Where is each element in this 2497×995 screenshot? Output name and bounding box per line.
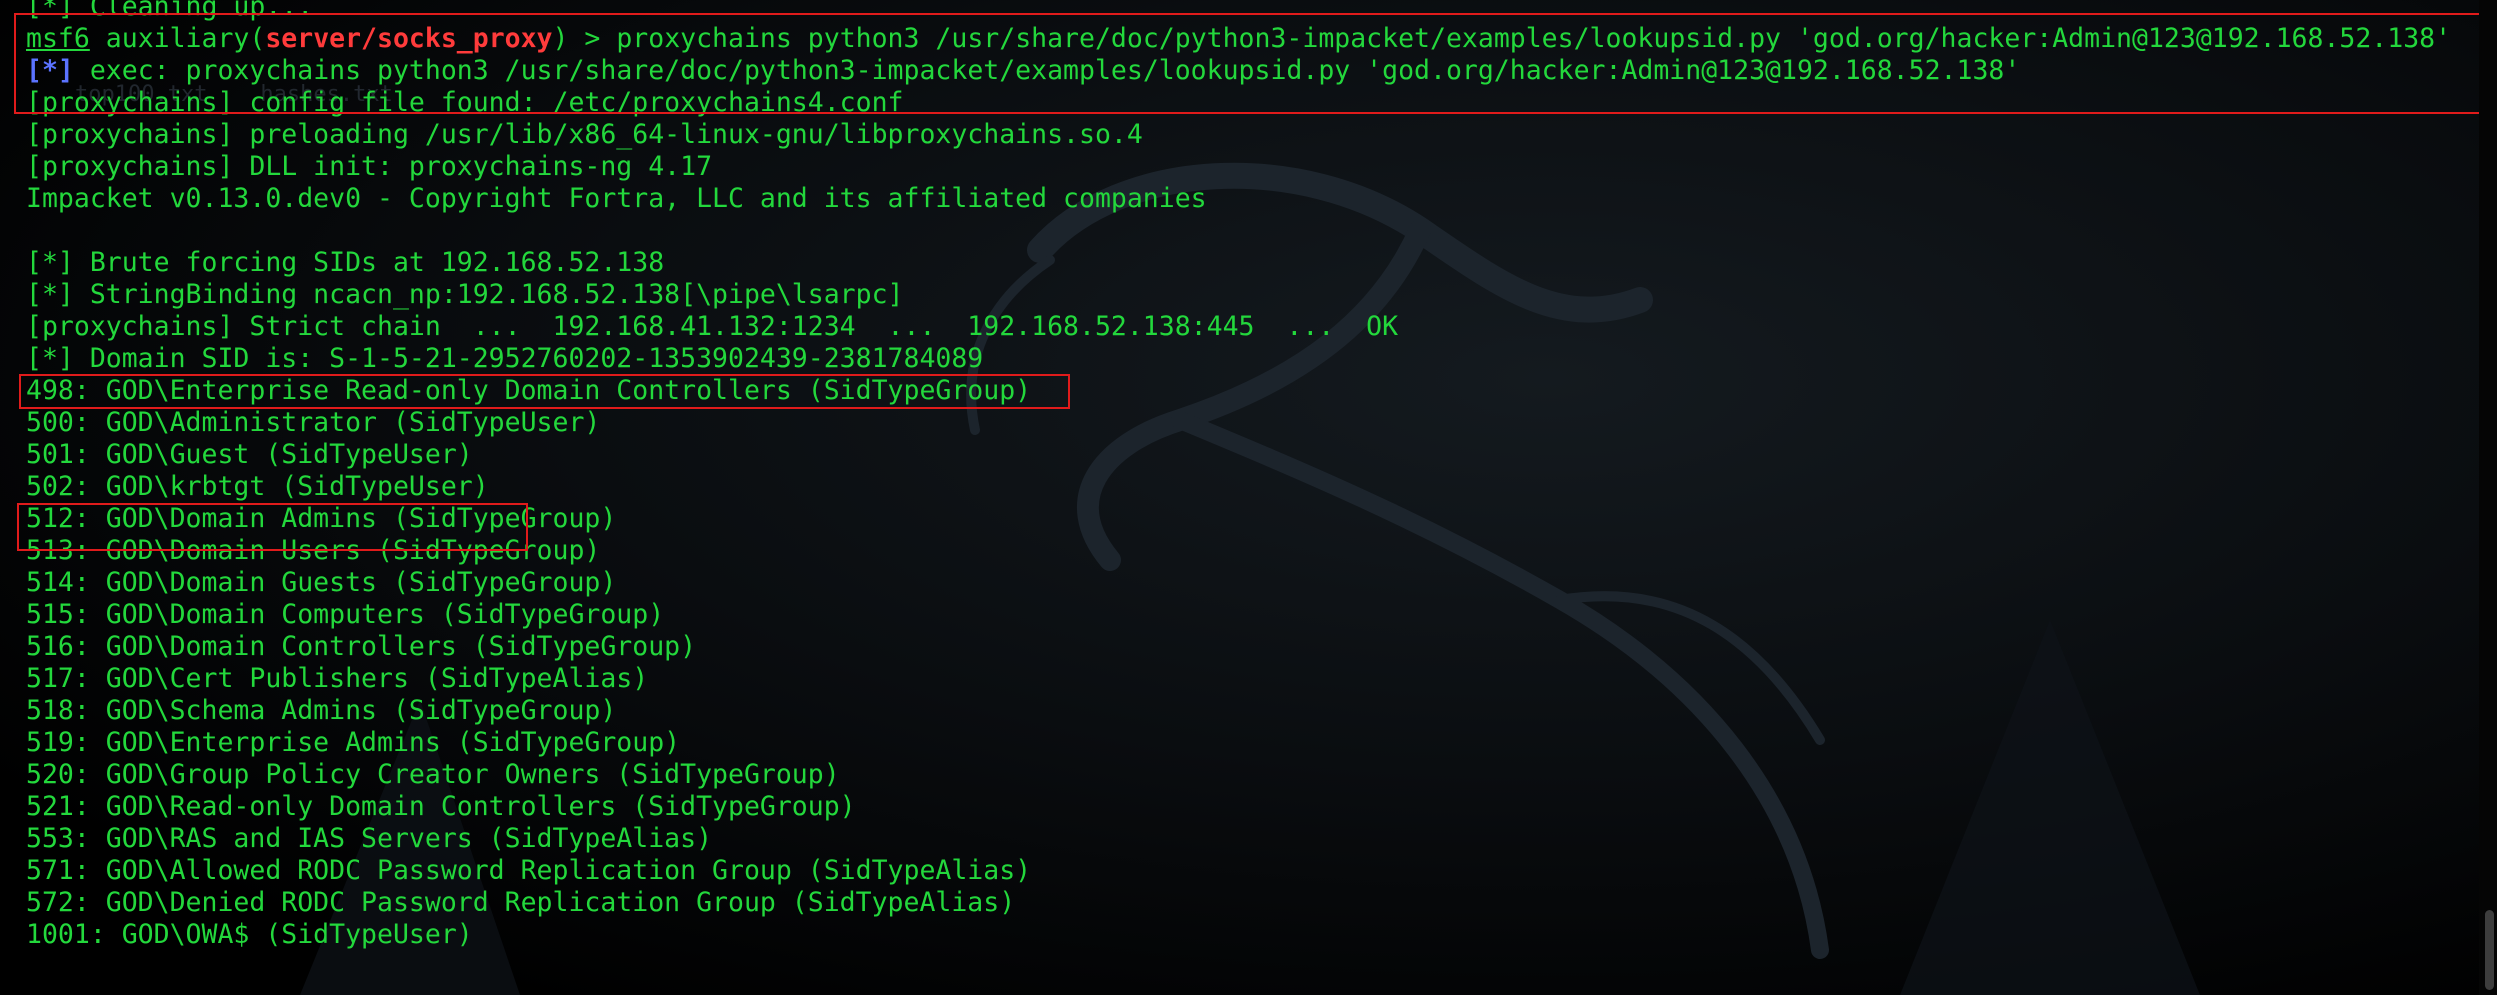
cleaning-line: [*] Cleaning up... xyxy=(26,0,314,22)
sid-entry: 516: GOD\Domain Controllers (SidTypeGrou… xyxy=(26,631,697,662)
sid-entry: 513: GOD\Domain Users (SidTypeGroup) xyxy=(26,535,601,566)
terminal-output: [*] Cleaning up... msf6 auxiliary(server… xyxy=(26,0,2466,951)
output-line: [*] Brute forcing SIDs at 192.168.52.138 xyxy=(26,247,665,278)
sid-entry: 500: GOD\Administrator (SidTypeUser) xyxy=(26,407,601,438)
sid-entry: 520: GOD\Group Policy Creator Owners (Si… xyxy=(26,759,840,790)
sid-entry: 517: GOD\Cert Publishers (SidTypeAlias) xyxy=(26,663,649,694)
sid-entry: 501: GOD\Guest (SidTypeUser) xyxy=(26,439,473,470)
output-line: [proxychains] preloading /usr/lib/x86_64… xyxy=(26,119,1143,150)
scrollbar[interactable] xyxy=(2479,0,2497,995)
sid-entry: 1001: GOD\OWA$ (SidTypeUser) xyxy=(26,919,473,950)
prompt-prefix: auxiliary( xyxy=(89,23,266,54)
sid-entry: 572: GOD\Denied RODC Password Replicatio… xyxy=(26,887,1016,918)
output-line-blank xyxy=(26,215,2466,247)
sid-entry: 521: GOD\Read-only Domain Controllers (S… xyxy=(26,791,856,822)
output-line: [proxychains] DLL init: proxychains-ng 4… xyxy=(26,151,713,182)
sid-entry: 512: GOD\Domain Admins (SidTypeGroup) xyxy=(26,503,617,534)
prompt-command: ) > proxychains python3 /usr/share/doc/p… xyxy=(552,23,2452,54)
output-line: [proxychains] Strict chain ... 192.168.4… xyxy=(26,311,1399,342)
sid-entry: 519: GOD\Enterprise Admins (SidTypeGroup… xyxy=(26,727,681,758)
exec-text: exec: proxychains python3 /usr/share/doc… xyxy=(73,55,2021,86)
sid-entry: 518: GOD\Schema Admins (SidTypeGroup) xyxy=(26,695,617,726)
output-line: Impacket v0.13.0.dev0 - Copyright Fortra… xyxy=(26,183,1207,214)
output-line: [*] StringBinding ncacn_np:192.168.52.13… xyxy=(26,279,904,310)
output-line: [proxychains] config file found: /etc/pr… xyxy=(26,87,904,118)
exec-tag: [*] xyxy=(26,55,74,86)
terminal-window[interactable]: top100.txt hashes.txt [*] Cleaning up...… xyxy=(0,0,2497,995)
sid-entry: 571: GOD\Allowed RODC Password Replicati… xyxy=(26,855,1032,886)
scrollbar-thumb[interactable] xyxy=(2485,910,2494,990)
sid-entry: 498: GOD\Enterprise Read-only Domain Con… xyxy=(26,375,1032,406)
prompt-module: server/socks_proxy xyxy=(265,23,553,54)
exec-line: [*] exec: proxychains python3 /usr/share… xyxy=(26,55,2466,87)
prompt-user: msf6 xyxy=(26,23,90,54)
domain-sid-line: [*] Domain SID is: S-1-5-21-2952760202-1… xyxy=(26,343,984,374)
sid-entry-krbtgt: 502: GOD\krbtgt (SidTypeUser) xyxy=(26,471,489,502)
sid-entry: 514: GOD\Domain Guests (SidTypeGroup) xyxy=(26,567,617,598)
command-prompt-line: msf6 auxiliary(server/socks_proxy) > pro… xyxy=(26,23,2466,55)
sid-entry: 515: GOD\Domain Computers (SidTypeGroup) xyxy=(26,599,665,630)
sid-entry: 553: GOD\RAS and IAS Servers (SidTypeAli… xyxy=(26,823,713,854)
